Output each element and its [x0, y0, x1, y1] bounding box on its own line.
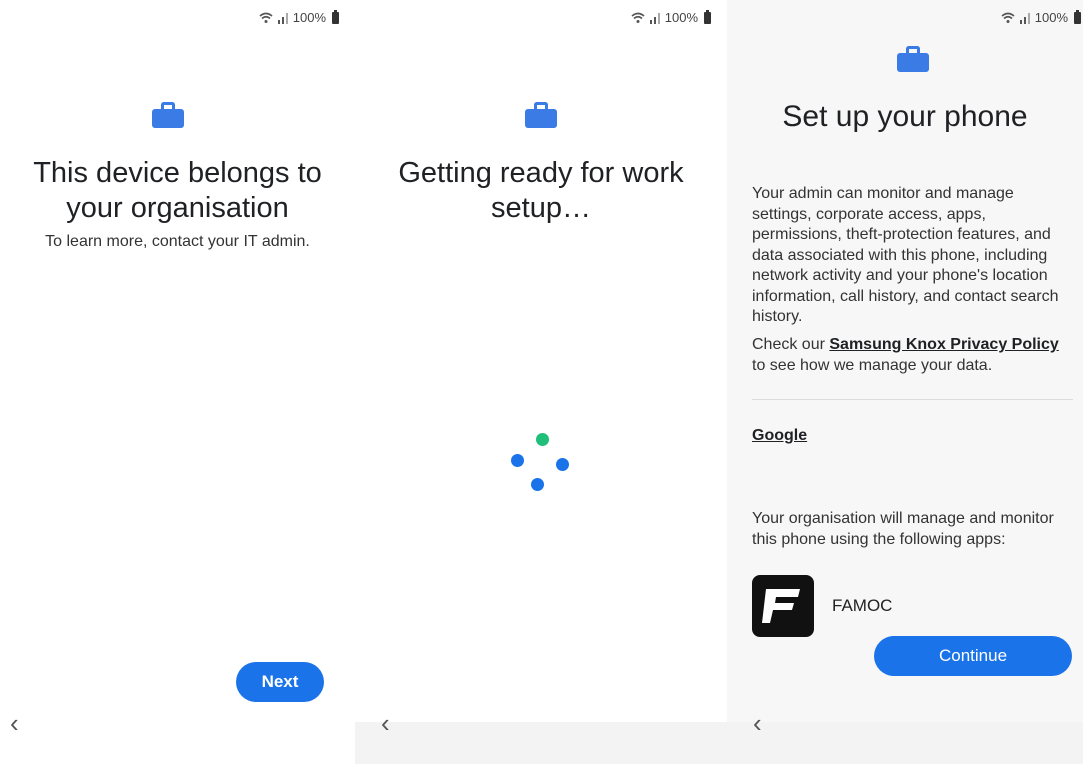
- battery-icon: [1074, 9, 1081, 24]
- panel-getting-ready: 100% Getting ready for work setup… ‹: [355, 0, 727, 764]
- google-link[interactable]: Google: [752, 427, 807, 445]
- status-bar: 100%: [631, 9, 711, 25]
- page-title: This device belongs to your organisation: [33, 157, 322, 224]
- status-bar: 100%: [259, 9, 339, 25]
- wifi-icon: [1001, 12, 1015, 23]
- continue-button[interactable]: Continue: [874, 636, 1072, 676]
- briefcase-icon: [152, 102, 184, 128]
- battery-percent: 100%: [664, 10, 698, 25]
- back-icon[interactable]: ‹: [753, 708, 793, 738]
- battery-icon: [704, 9, 711, 24]
- battery-percent: 100%: [1034, 10, 1068, 25]
- status-bar: 100%: [1001, 9, 1081, 25]
- panel-setup-phone: 100% Set up your phone Your admin can mo…: [727, 0, 1083, 764]
- spinner-dot: [556, 458, 569, 471]
- admin-description: Your admin can monitor and manage settin…: [752, 185, 1059, 325]
- famoc-logo-icon: [752, 575, 814, 637]
- page-title: Set up your phone: [782, 100, 1028, 133]
- briefcase-icon: [897, 46, 929, 72]
- app-name: FAMOC: [832, 596, 893, 615]
- signal-icon: [1019, 12, 1030, 24]
- spinner-dot: [536, 433, 549, 446]
- privacy-policy-link[interactable]: Samsung Knox Privacy Policy: [829, 336, 1058, 353]
- privacy-suffix: to see how we manage your data.: [752, 356, 993, 374]
- battery-percent: 100%: [292, 10, 326, 25]
- page-subtitle: To learn more, contact your IT admin.: [45, 233, 310, 250]
- nav-bar: [0, 722, 355, 764]
- battery-icon: [332, 9, 339, 24]
- spinner-dot: [531, 478, 544, 491]
- back-icon[interactable]: ‹: [381, 708, 421, 738]
- signal-icon: [649, 12, 660, 24]
- page-title: Getting ready for work setup…: [398, 157, 684, 224]
- wifi-icon: [259, 12, 273, 23]
- next-button[interactable]: Next: [236, 662, 324, 702]
- signal-icon: [277, 12, 288, 24]
- wifi-icon: [631, 12, 645, 23]
- spinner-dot: [511, 454, 524, 467]
- privacy-prefix: Check our: [752, 336, 830, 353]
- apps-intro: Your organisation will manage and monito…: [752, 510, 1054, 548]
- briefcase-icon: [525, 102, 557, 128]
- privacy-text: Check our Samsung Knox Privacy Policy to…: [752, 335, 1072, 376]
- back-icon[interactable]: ‹: [10, 708, 50, 738]
- panel-device-belongs: 100% This device belongs to your organis…: [0, 0, 355, 764]
- divider: [752, 399, 1073, 400]
